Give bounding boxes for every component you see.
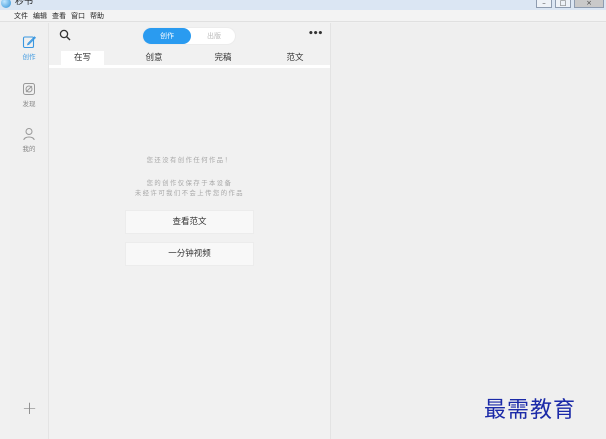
app-window: 秒书 – □ × 文件 编辑 查看 窗口 帮助 创作 发现 我的 + 创作 出版…	[0, 0, 606, 439]
sidebar-item-discover[interactable]: 发现	[10, 82, 48, 108]
menu-window[interactable]: 窗口	[71, 10, 85, 22]
sidebar-item-create[interactable]: 创作	[10, 35, 48, 61]
sidebar-item-profile[interactable]: 我的	[10, 127, 48, 153]
editor-area	[331, 23, 606, 439]
tab-ideas[interactable]: 创意	[134, 51, 174, 65]
window-controls: – □ ×	[536, 0, 604, 8]
window-title: 秒书	[15, 0, 34, 7]
left-sidebar: 创作 发现 我的 +	[10, 23, 49, 439]
add-button[interactable]: +	[22, 400, 37, 418]
minimize-button[interactable]: –	[536, 0, 552, 8]
maximize-button[interactable]: □	[555, 0, 571, 8]
tab-samples[interactable]: 范文	[275, 51, 315, 65]
user-icon	[23, 128, 35, 141]
menu-help[interactable]: 帮助	[90, 10, 104, 22]
search-icon[interactable]	[59, 29, 71, 41]
mode-toggle: 创作 出版	[143, 28, 235, 44]
sidebar-item-label: 创作	[22, 53, 36, 61]
edit-icon	[22, 36, 36, 49]
works-panel: 创作 出版 ••• 在写 创意 完稿 范文 您还没有创作任何作品！ 您的创作仅保…	[49, 23, 331, 439]
plus-icon: +	[22, 398, 38, 419]
more-options-icon[interactable]: •••	[308, 28, 323, 40]
tabs-divider	[49, 65, 330, 68]
view-samples-button[interactable]: 查看范文	[125, 210, 254, 234]
sidebar-item-label: 发现	[22, 100, 36, 108]
menu-view[interactable]: 查看	[52, 10, 66, 22]
watermark-text: 最需教育	[484, 398, 577, 423]
tab-writing[interactable]: 在写	[61, 51, 104, 65]
close-button[interactable]: ×	[574, 0, 604, 8]
mode-publish-tab[interactable]: 出版	[193, 28, 235, 44]
menu-edit[interactable]: 编辑	[33, 10, 47, 22]
empty-state-note: 未经许可我们不会上传您的作品	[134, 190, 245, 197]
compass-icon	[23, 83, 35, 95]
menu-file[interactable]: 文件	[14, 10, 28, 22]
empty-state-title: 您还没有创作任何作品！	[146, 157, 233, 164]
one-minute-video-button[interactable]: 一分钟视频	[125, 242, 254, 266]
menu-bar: 文件 编辑 查看 窗口 帮助	[0, 10, 606, 22]
tab-finished[interactable]: 完稿	[203, 51, 243, 65]
title-bar: 秒书 – □ ×	[0, 0, 606, 10]
empty-state-note: 您的创作仅保存于本设备	[146, 180, 233, 187]
works-tabs: 在写 创意 完稿 范文	[49, 51, 330, 68]
mode-create-tab[interactable]: 创作	[143, 28, 191, 44]
app-logo-icon	[1, 0, 11, 8]
sidebar-item-label: 我的	[22, 145, 36, 153]
